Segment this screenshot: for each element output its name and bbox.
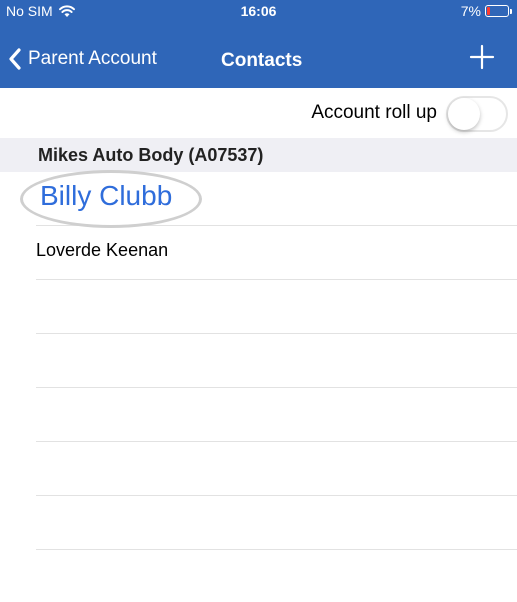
contact-name: Billy Clubb [40, 180, 173, 211]
chevron-left-icon [9, 48, 21, 70]
empty-row [36, 280, 517, 334]
account-rollup-label: Account roll up [311, 102, 437, 123]
empty-row [36, 550, 517, 602]
battery-fill [487, 7, 490, 15]
contacts-list: Billy Clubb Loverde Keenan [0, 170, 517, 602]
toggle-knob [448, 98, 480, 130]
battery-percent: 7% [460, 3, 481, 19]
contact-row[interactable]: Billy Clubb [20, 170, 517, 228]
empty-row [36, 388, 517, 442]
section-header: Mikes Auto Body (A07537) [0, 138, 517, 172]
empty-row [36, 442, 517, 496]
empty-row [36, 334, 517, 388]
status-time: 16:06 [240, 3, 277, 19]
plus-icon[interactable] [467, 42, 497, 72]
contact-name: Loverde Keenan [36, 240, 169, 260]
status-bar: No SIM 16:06 7% [0, 0, 517, 22]
account-rollup-toggle[interactable] [446, 96, 508, 132]
account-name: Mikes Auto Body (A07537) [38, 145, 264, 165]
empty-row [36, 496, 517, 550]
battery-icon [485, 5, 512, 17]
app-header: No SIM 16:06 7% Parent Account Contacts [0, 0, 517, 88]
contact-row[interactable]: Loverde Keenan [36, 226, 517, 280]
back-button[interactable]: Parent Account [8, 48, 157, 70]
navigation-bar: Parent Account Contacts [0, 38, 517, 82]
battery-indicator: 7% [460, 3, 512, 19]
page-title: Contacts [221, 50, 303, 71]
account-rollup-row: Account roll up [0, 88, 517, 138]
back-label: Parent Account [28, 48, 157, 69]
